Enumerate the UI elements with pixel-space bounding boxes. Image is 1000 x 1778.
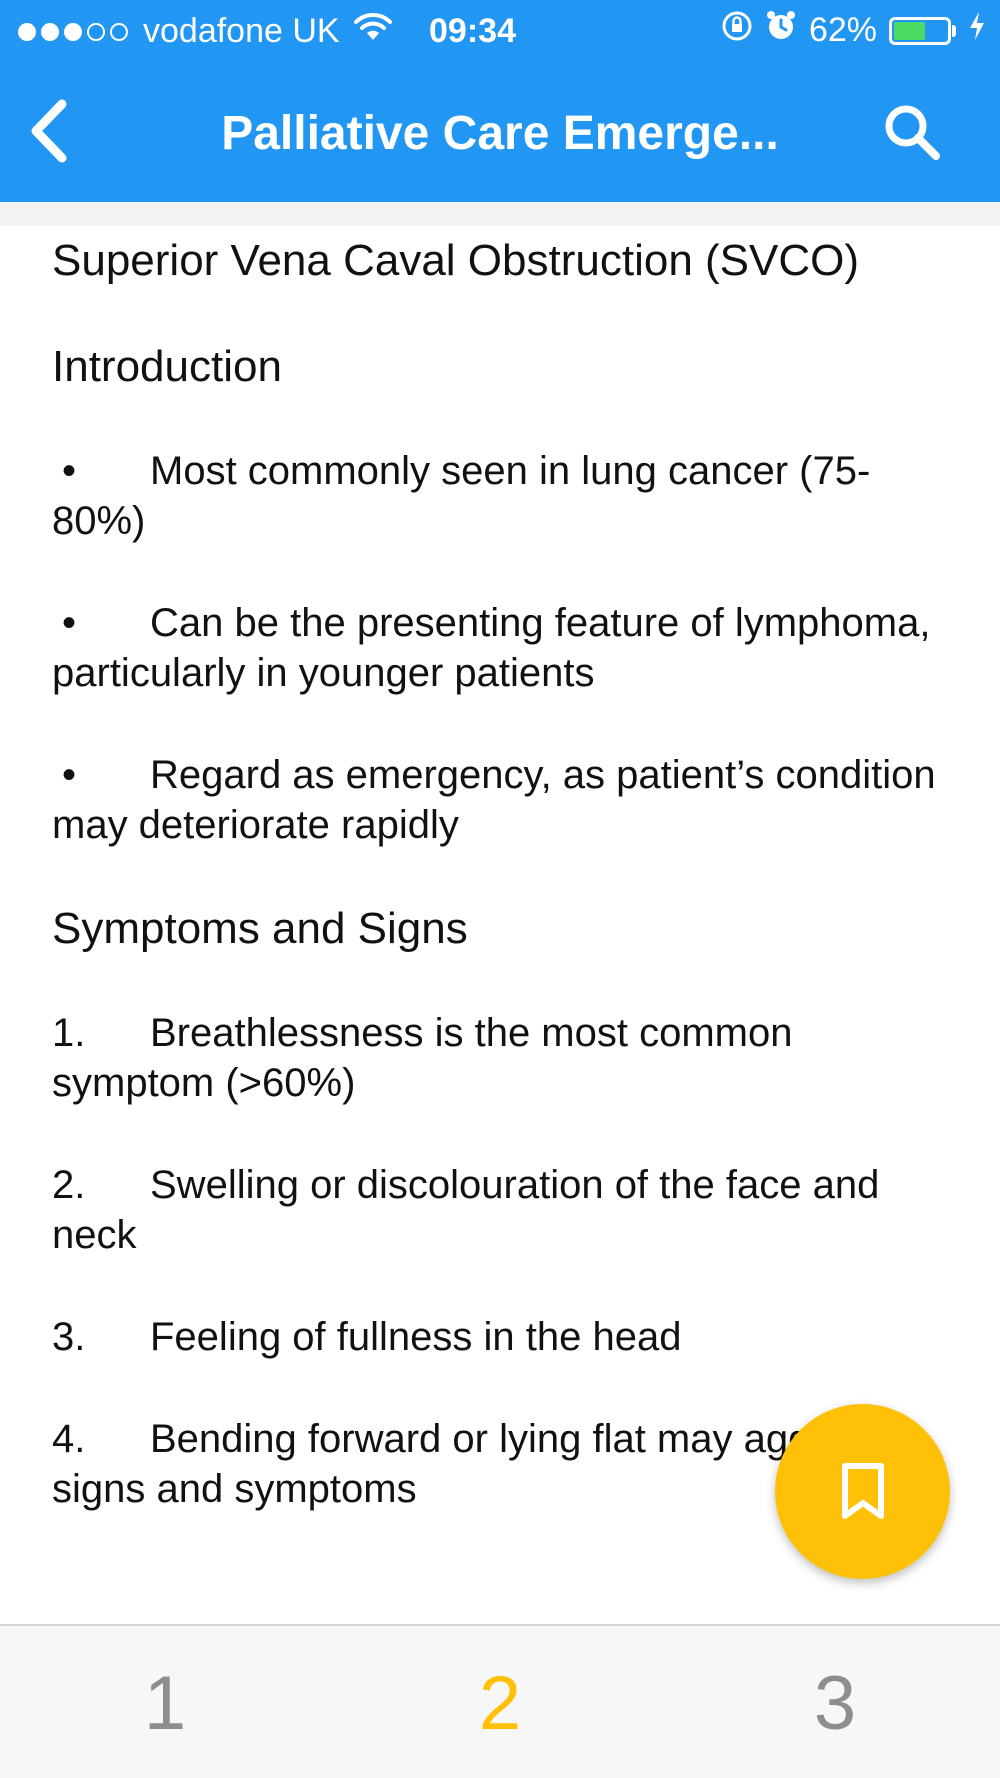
charging-bolt-icon [968, 11, 986, 50]
list-item: 3. Feeling of fullness in the head [52, 1312, 952, 1362]
carrier-name: vodafone UK [143, 12, 340, 50]
article-content: Superior Vena Caval Obstruction (SVCO) I… [52, 226, 952, 1624]
page-tab-2[interactable]: 2 [440, 1662, 560, 1746]
search-icon [885, 105, 940, 160]
list-item: • Most commonly seen in lung cancer (75-8… [52, 446, 952, 546]
section-heading-introduction: Introduction [52, 342, 282, 391]
list-item-text: Feeling of fullness in the head [150, 1315, 682, 1359]
list-item: 1. Breathlessness is the most common symp… [52, 1008, 952, 1108]
section-heading-symptoms: Symptoms and Signs [52, 904, 468, 953]
page-tab-1[interactable]: 1 [105, 1662, 225, 1746]
bookmark-button[interactable] [775, 1404, 950, 1579]
list-item: • Can be the presenting feature of lympho… [52, 598, 952, 698]
signal-dot [18, 22, 36, 41]
list-item-text: Regard as emergency, as patient’s condit… [52, 753, 936, 847]
list-item-text: Breathlessness is the most common sympto… [52, 1011, 793, 1105]
list-item-text: Can be the presenting feature of lymphom… [52, 601, 931, 695]
navigation-bar: Palliative Care Emerge... [0, 66, 1000, 202]
list-number: 2. [52, 1163, 86, 1207]
status-left: vodafone UK [18, 12, 392, 51]
status-right: 62% [709, 10, 986, 51]
signal-dot [87, 22, 105, 41]
bullet-marker: • [62, 753, 77, 797]
bullet-marker: • [62, 601, 77, 645]
rotation-lock-icon [721, 10, 753, 51]
bookmark-icon [841, 1462, 884, 1519]
battery-percent: 62% [808, 11, 877, 49]
battery-tip [952, 24, 956, 37]
status-bar: vodafone UK 09:34 62% [0, 0, 1000, 66]
page-tab-3[interactable]: 3 [775, 1662, 895, 1746]
page-tab-bar: 1 2 3 [0, 1624, 1000, 1778]
wifi-icon [353, 12, 392, 51]
status-time: 09:34 [429, 12, 516, 50]
back-button[interactable] [22, 96, 82, 166]
signal-dot [64, 22, 82, 41]
battery-level-fill [894, 21, 925, 40]
app-header: vodafone UK 09:34 62% Palliative Care Em… [0, 0, 1000, 202]
alarm-icon [765, 10, 797, 51]
chevron-left-icon [31, 99, 67, 163]
list-number: 4. [52, 1417, 86, 1461]
list-item: • Regard as emergency, as patient’s condi… [52, 750, 952, 850]
battery-icon [889, 16, 951, 45]
search-button[interactable] [878, 98, 948, 168]
list-item: 2. Swelling or discolouration of the face… [52, 1160, 952, 1260]
bullet-marker: • [62, 449, 77, 493]
page-title: Palliative Care Emerge... [221, 107, 779, 160]
signal-strength-icon [18, 22, 133, 41]
signal-dot [110, 22, 128, 41]
list-item-text: Swelling or discolouration of the face a… [52, 1163, 880, 1257]
article-title: Superior Vena Caval Obstruction (SVCO) [52, 236, 860, 285]
list-number: 3. [52, 1315, 86, 1359]
header-divider [0, 202, 1000, 226]
list-number: 1. [52, 1011, 86, 1055]
signal-dot [41, 22, 59, 41]
list-item-text: Most commonly seen in lung cancer (75-80… [52, 449, 871, 543]
